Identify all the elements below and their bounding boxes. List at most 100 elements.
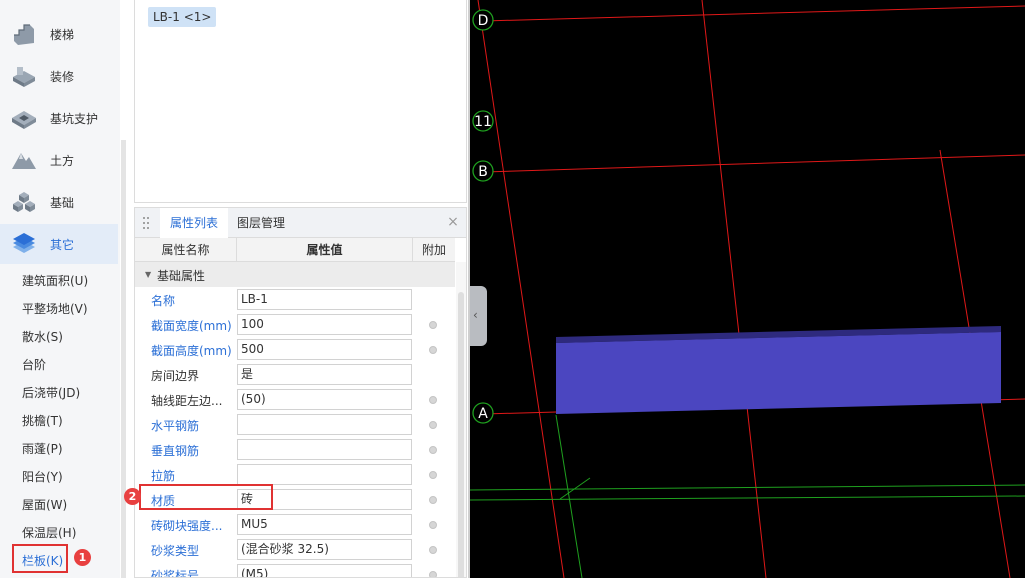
tab-property-list[interactable]: 属性列表 (160, 208, 228, 238)
nav-item-steps[interactable]: 台阶 (22, 356, 46, 373)
nav-category-label: 基坑支护 (50, 112, 99, 126)
pit-support-icon (12, 111, 36, 129)
step-badge-2: 2 (124, 488, 141, 505)
property-value-field[interactable]: MU5 (237, 514, 412, 535)
stairs-icon (14, 24, 34, 45)
property-row[interactable]: 砂浆类型 (混合砂浆 32.5) (135, 537, 455, 562)
property-panel: 属性列表 图层管理 × 属性名称 属性值 附加 ▼ 基础属性 名称 LB-1 截面宽… (134, 207, 467, 578)
property-value-field[interactable]: (M5) (237, 564, 412, 577)
nav-item-canopy[interactable]: 雨蓬(P) (22, 440, 63, 457)
axis-label-a: A (478, 406, 488, 422)
parapet-element (556, 326, 1001, 414)
additional-checkbox[interactable] (429, 346, 437, 354)
nav-category-pit-support[interactable]: 基坑支护 (0, 98, 118, 138)
axis-label-11: 11 (474, 114, 492, 130)
drag-grip-icon[interactable] (142, 216, 150, 230)
additional-checkbox[interactable] (429, 396, 437, 404)
header-property-value: 属性值 (237, 238, 413, 262)
decoration-icon (13, 67, 35, 87)
additional-checkbox[interactable] (429, 521, 437, 529)
property-name: 轴线距左边... (151, 394, 223, 408)
drawing-viewport[interactable]: D 11 B A (469, 0, 1025, 578)
nav-category-other[interactable]: 其它 (0, 224, 118, 264)
viewport-canvas[interactable]: D 11 B A (469, 0, 1025, 578)
highlight-box-material (139, 484, 273, 510)
component-nav: 楼梯 装修 基坑支护 土方 基础 其它 建筑面积(U) 平整场地(V) 散水(S… (0, 0, 120, 578)
additional-checkbox[interactable] (429, 546, 437, 554)
property-row[interactable]: 截面宽度(mm) 100 (135, 312, 455, 337)
nav-category-label: 土方 (50, 154, 75, 168)
grid-line-vertical (701, 0, 767, 578)
header-additional: 附加 (421, 243, 446, 257)
property-name: 截面宽度(mm) (151, 319, 232, 333)
property-value-field[interactable]: (混合砂浆 32.5) (237, 539, 412, 560)
panel-scrollbar[interactable] (456, 262, 466, 577)
axis-label-d: D (478, 13, 489, 29)
property-row[interactable]: 房间边界 是 (135, 362, 455, 387)
earthwork-icon (12, 153, 36, 169)
property-value-field[interactable]: 是 (237, 364, 412, 385)
nav-item-cornice[interactable]: 挑檐(T) (22, 412, 63, 429)
component-item-lb1[interactable]: LB-1 <1> (148, 7, 217, 27)
nav-category-label: 其它 (50, 238, 75, 252)
nav-category-decoration[interactable]: 装修 (0, 56, 118, 96)
property-value-field[interactable] (237, 464, 412, 485)
property-name: 砂浆标号 (151, 569, 200, 578)
collapse-triangle-icon[interactable]: ▼ (145, 270, 151, 279)
group-label: 基础属性 (157, 269, 206, 283)
green-axis-line (469, 484, 1025, 491)
property-table-header: 属性名称 属性值 附加 (135, 238, 455, 262)
additional-checkbox[interactable] (429, 496, 437, 504)
highlight-box-parapet (12, 544, 68, 573)
property-value-field[interactable]: (50) (237, 389, 412, 410)
step-badge-1: 1 (74, 549, 91, 566)
additional-checkbox[interactable] (429, 571, 437, 577)
nav-category-label: 装修 (50, 70, 75, 84)
property-name: 房间边界 (151, 369, 200, 383)
additional-checkbox[interactable] (429, 421, 437, 429)
nav-item-apron[interactable]: 散水(S) (22, 328, 63, 345)
header-property-name: 属性名称 (135, 238, 237, 262)
property-name: 水平钢筋 (151, 419, 200, 433)
nav-item-insulation[interactable]: 保温层(H) (22, 524, 76, 541)
property-row[interactable]: 截面高度(mm) 500 (135, 337, 455, 362)
property-value-field[interactable]: 500 (237, 339, 412, 360)
property-row[interactable]: 轴线距左边... (50) (135, 387, 455, 412)
nav-item-balcony[interactable]: 阳台(Y) (22, 468, 63, 485)
property-name: 垂直钢筋 (151, 444, 200, 458)
layers-icon (13, 233, 35, 253)
nav-category-earthwork[interactable]: 土方 (0, 140, 118, 180)
additional-checkbox[interactable] (429, 321, 437, 329)
property-value-field[interactable] (237, 439, 412, 460)
close-icon[interactable]: × (445, 214, 461, 230)
property-row[interactable]: 砖砌块强度... MU5 (135, 512, 455, 537)
additional-checkbox[interactable] (429, 446, 437, 454)
nav-item-site-leveling[interactable]: 平整场地(V) (22, 300, 88, 317)
property-row[interactable]: 名称 LB-1 (135, 287, 455, 312)
property-row[interactable]: 垂直钢筋 (135, 437, 455, 462)
property-value-field[interactable]: LB-1 (237, 289, 412, 310)
additional-checkbox[interactable] (429, 471, 437, 479)
property-value-field[interactable] (237, 414, 412, 435)
parapet-front-face (556, 332, 1001, 414)
group-basic-properties[interactable]: ▼ 基础属性 (135, 262, 455, 287)
grid-line-d (483, 5, 1025, 22)
nav-item-post-pour-strip[interactable]: 后浇带(JD) (22, 384, 80, 401)
property-name: 砂浆类型 (151, 544, 200, 558)
axis-label-b: B (478, 164, 488, 180)
tab-layer-management[interactable]: 图层管理 (237, 208, 285, 238)
property-row[interactable]: 水平钢筋 (135, 412, 455, 437)
nav-scrollbar[interactable] (121, 140, 126, 578)
scrollbar-thumb[interactable] (458, 292, 464, 577)
chevron-left-icon: ‹ (473, 308, 478, 322)
green-axis-line (469, 495, 1025, 501)
nav-category-label: 基础 (50, 196, 75, 210)
nav-item-roof[interactable]: 屋面(W) (22, 496, 67, 513)
nav-item-building-area[interactable]: 建筑面积(U) (22, 272, 88, 289)
nav-category-foundation[interactable]: 基础 (0, 182, 118, 222)
panel-collapse-toggle[interactable]: ‹ (470, 286, 487, 346)
nav-category-stairs[interactable]: 楼梯 (0, 14, 118, 54)
property-name: 截面高度(mm) (151, 344, 232, 358)
property-value-field[interactable]: 100 (237, 314, 412, 335)
property-row[interactable]: 砂浆标号 (M5) (135, 562, 455, 578)
